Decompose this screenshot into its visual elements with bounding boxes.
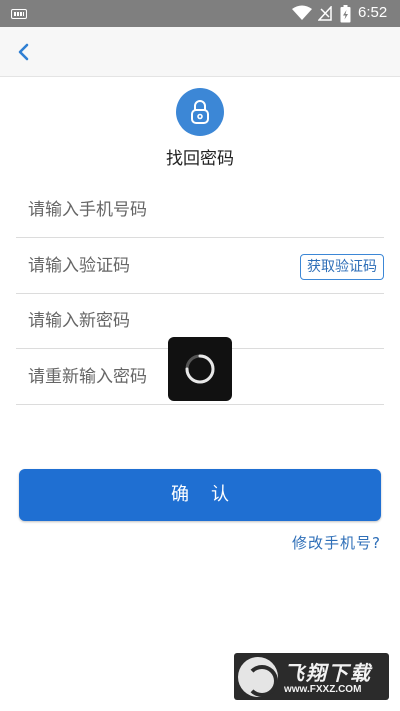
battery-charging-icon — [340, 5, 351, 23]
phone-field-row — [16, 183, 384, 238]
watermark-icon — [238, 657, 278, 697]
app-header — [0, 27, 400, 77]
confirm-password-input[interactable] — [28, 350, 288, 404]
get-code-button[interactable]: 获取验证码 — [300, 254, 384, 280]
watermark-url: www.FXXZ.COM — [284, 684, 362, 695]
page-title: 找回密码 — [166, 149, 234, 169]
change-phone-link[interactable]: 修改手机号? — [292, 532, 381, 553]
verification-code-input[interactable] — [28, 239, 288, 293]
wifi-icon — [292, 5, 312, 20]
spinner-icon — [185, 354, 215, 384]
status-time: 6:52 — [358, 4, 388, 21]
lock-icon — [191, 100, 209, 124]
chevron-left-icon[interactable] — [12, 40, 36, 64]
watermark-title: 飞翔下载 — [284, 661, 372, 685]
keyboard-icon — [11, 9, 27, 19]
status-bar: 6:52 — [0, 0, 400, 27]
loading-spinner — [168, 337, 232, 401]
logo-badge — [176, 88, 224, 136]
code-field-row: 获取验证码 — [16, 239, 384, 294]
new-password-input[interactable] — [28, 294, 288, 348]
no-signal-icon — [318, 6, 332, 21]
watermark-logo: 飞翔下载 www.FXXZ.COM — [234, 653, 389, 700]
phone-input[interactable] — [28, 183, 288, 237]
confirm-button[interactable]: 确认 — [19, 469, 381, 521]
